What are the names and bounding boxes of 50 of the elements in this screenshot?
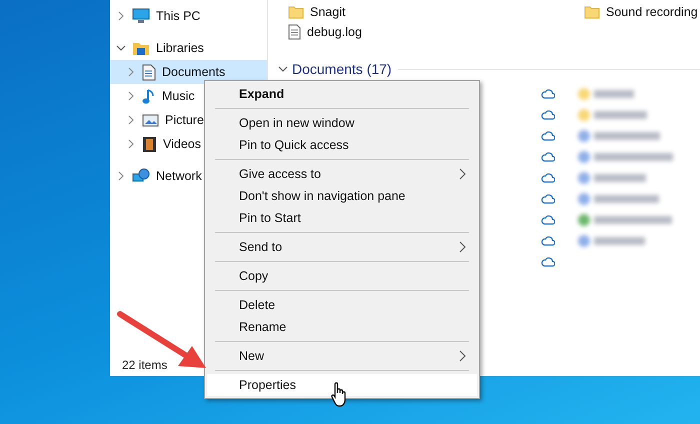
cloud-icon xyxy=(541,110,555,120)
chevron-right-icon[interactable] xyxy=(116,11,126,21)
menu-item[interactable]: Copy xyxy=(207,265,477,287)
file-item[interactable]: Snagit xyxy=(288,2,346,22)
cloud-icon xyxy=(541,130,555,140)
cloud-icon xyxy=(541,172,555,182)
menu-item[interactable]: Pin to Quick access xyxy=(207,134,477,156)
monitor-icon xyxy=(132,8,150,24)
picture-icon xyxy=(142,112,159,128)
group-header[interactable]: Documents (17) xyxy=(278,58,392,80)
item-count: 22 items xyxy=(122,357,168,374)
document-icon xyxy=(142,64,156,80)
navigation-item[interactable]: Libraries xyxy=(110,36,267,60)
network-icon xyxy=(132,168,150,184)
chevron-down-icon[interactable] xyxy=(116,43,126,53)
text-file-icon xyxy=(288,24,301,40)
film-icon xyxy=(142,136,157,152)
chevron-right-icon[interactable] xyxy=(126,139,136,149)
cloud-icon xyxy=(541,194,555,204)
menu-item[interactable]: Properties xyxy=(207,374,477,396)
file-item[interactable]: debug.log xyxy=(288,22,362,42)
menu-item[interactable]: Rename xyxy=(207,316,477,338)
library-folder-icon xyxy=(132,40,150,56)
chevron-right-icon[interactable] xyxy=(116,171,126,181)
submenu-chevron-icon xyxy=(459,168,467,180)
menu-item[interactable]: Pin to Start xyxy=(207,207,477,229)
chevron-right-icon[interactable] xyxy=(126,115,136,125)
folder-icon xyxy=(584,5,600,19)
menu-item[interactable]: Delete xyxy=(207,294,477,316)
menu-item[interactable]: Open in new window xyxy=(207,112,477,134)
menu-item[interactable]: Don't show in navigation pane xyxy=(207,185,477,207)
menu-item[interactable]: Give access to xyxy=(207,163,477,185)
chevron-right-icon[interactable] xyxy=(126,91,136,101)
file-item[interactable]: Sound recording xyxy=(584,2,698,22)
submenu-chevron-icon xyxy=(459,241,467,253)
menu-item[interactable]: New xyxy=(207,345,477,367)
navigation-item[interactable]: Documents xyxy=(110,60,267,84)
navigation-item[interactable]: This PC xyxy=(110,4,267,28)
menu-item[interactable]: Send to xyxy=(207,236,477,258)
cloud-icon xyxy=(541,214,555,224)
cloud-icon xyxy=(541,88,555,98)
chevron-down-icon[interactable] xyxy=(278,64,288,74)
menu-item[interactable]: Expand xyxy=(207,83,477,105)
chevron-right-icon[interactable] xyxy=(126,67,136,77)
music-note-icon xyxy=(142,88,156,104)
cloud-icon xyxy=(541,256,555,266)
submenu-chevron-icon xyxy=(459,350,467,362)
cloud-icon xyxy=(541,152,555,162)
cloud-icon xyxy=(541,236,555,246)
folder-icon xyxy=(288,5,304,19)
